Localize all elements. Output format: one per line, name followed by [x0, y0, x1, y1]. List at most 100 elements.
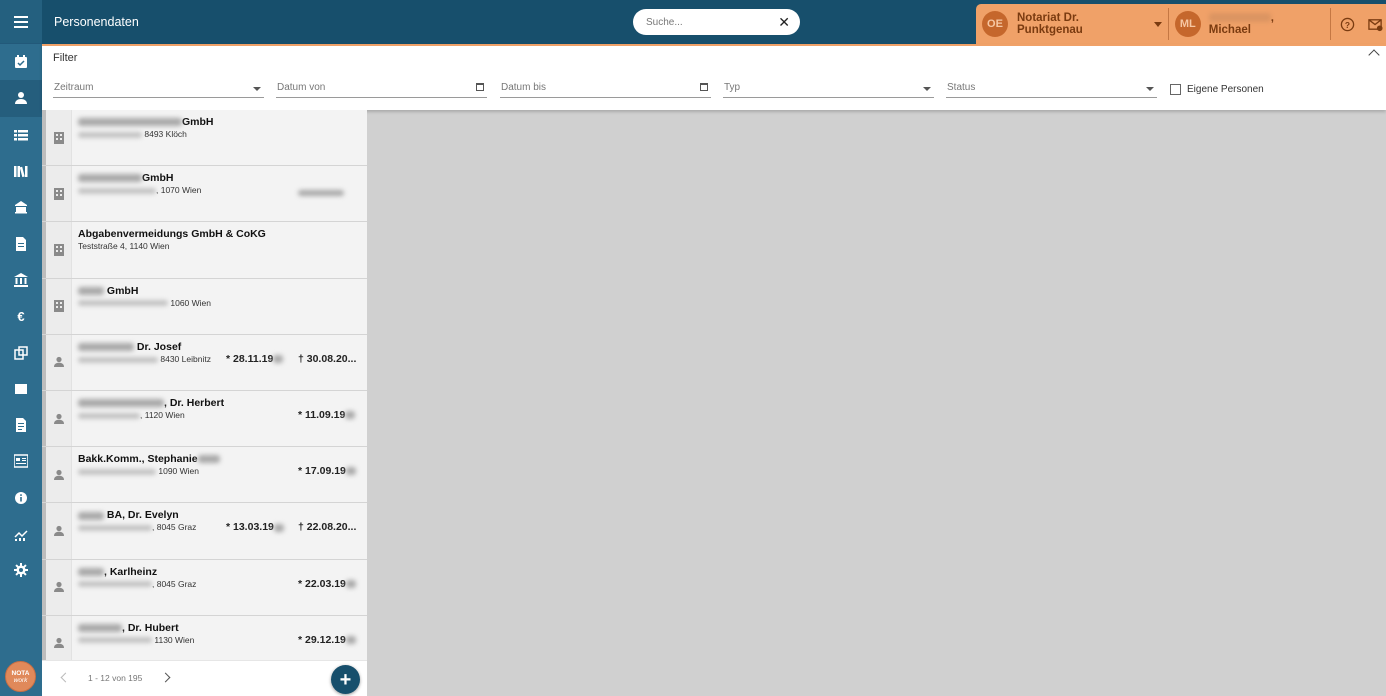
- side-nav-rail: € NOTA work: [0, 0, 42, 696]
- person-name: Bakk.Komm., Stephanie: [78, 453, 220, 465]
- redacted-text: [78, 399, 164, 408]
- copy-icon: [14, 345, 28, 360]
- newspaper-icon: [14, 454, 28, 469]
- birth-date-text: * 28.11.19: [226, 352, 274, 365]
- address-text: 1130 Wien: [154, 634, 195, 645]
- address-text: , 1070 Wien: [156, 185, 202, 196]
- list-item[interactable]: Dr. Josef 8430 Leibnitz * 28.11.19 † 30.…: [42, 334, 367, 391]
- nav-finance[interactable]: €: [0, 298, 42, 334]
- library-icon: [14, 166, 28, 178]
- nav-calendar[interactable]: [0, 44, 42, 80]
- name-text: , Dr. Hubert: [122, 621, 179, 634]
- list-item[interactable]: Bakk.Komm., Stephanie 1090 Wien * 17.09.…: [42, 447, 367, 504]
- death-date: † 22.08.20...: [298, 521, 357, 534]
- account-area: OE Notariat Dr. Punktgenau ML , Michael …: [976, 4, 1386, 44]
- person-name: Dr. Josef: [78, 341, 181, 353]
- menu-button[interactable]: [0, 0, 42, 44]
- nav-personen[interactable]: [0, 80, 42, 117]
- notariat-selector[interactable]: OE Notariat Dr. Punktgenau: [976, 4, 1168, 44]
- page-count: 1 - 12 von 195: [88, 673, 143, 683]
- nav-documents[interactable]: [0, 225, 42, 261]
- company-icon-cell: [46, 278, 72, 334]
- redacted-text: [197, 455, 220, 464]
- zeitraum-select[interactable]: Zeitraum: [53, 80, 264, 98]
- list-icon: [14, 129, 28, 141]
- nav-building[interactable]: [0, 189, 42, 225]
- checkbox-box[interactable]: [1170, 84, 1181, 95]
- help-button[interactable]: ?: [1336, 4, 1358, 44]
- building-icon: [53, 187, 64, 200]
- building-icon: [53, 300, 64, 313]
- user-menu[interactable]: ML , Michael: [1169, 4, 1331, 44]
- chevron-right-icon[interactable]: [160, 672, 171, 683]
- nav-files[interactable]: [0, 407, 42, 443]
- add-person-button[interactable]: +: [331, 665, 360, 694]
- nav-settings[interactable]: [0, 552, 42, 588]
- chevron-left-icon[interactable]: [60, 672, 71, 683]
- help-icon: ?: [1340, 17, 1354, 31]
- list-item[interactable]: , Karlheinz , 8045 Graz * 22.03.19: [42, 559, 367, 616]
- document-icon: [16, 236, 26, 251]
- list-item[interactable]: Abgabenvermeidungs GmbH & CoKG Teststraß…: [42, 222, 367, 279]
- person-name: , Dr. Herbert: [78, 397, 224, 409]
- name-text: BA, Dr. Evelyn: [106, 509, 179, 522]
- redacted-text: [78, 468, 156, 475]
- user-name: , Michael: [1208, 12, 1319, 36]
- person-icon-cell: [46, 559, 72, 615]
- calendar-icon[interactable]: [476, 83, 484, 91]
- nav-copies[interactable]: [0, 334, 42, 370]
- list-item[interactable]: , Dr. Herbert , 1120 Wien * 11.09.19: [42, 390, 367, 448]
- datum-bis-label: Datum bis: [501, 82, 547, 93]
- person-name: GmbH: [78, 116, 214, 128]
- nav-library[interactable]: [0, 153, 42, 189]
- person-address: 8493 Klöch: [78, 129, 187, 139]
- nav-bank[interactable]: [0, 262, 42, 298]
- list-item[interactable]: BA, Dr. Evelyn , 8045 Graz * 13.03.19 † …: [42, 503, 367, 560]
- person-icon-cell: [46, 390, 72, 447]
- search-input[interactable]: [646, 16, 779, 28]
- address-text: , 8045 Graz: [152, 578, 197, 589]
- person-address: Teststraße 4, 1140 Wien: [78, 241, 170, 252]
- list-item[interactable]: GmbH 1060 Wien: [42, 278, 367, 335]
- checkbox-label: Eigene Personen: [1187, 84, 1264, 95]
- info-icon: [15, 491, 27, 504]
- nav-info[interactable]: [0, 480, 42, 516]
- address-text: 8430 Leibnitz: [160, 353, 211, 364]
- list-item[interactable]: GmbH 8493 Klöch: [42, 110, 367, 167]
- nav-statistics[interactable]: [0, 516, 42, 552]
- nav-square[interactable]: [0, 371, 42, 407]
- calendar-icon[interactable]: [700, 83, 708, 91]
- notariat-avatar: OE: [982, 11, 1008, 37]
- redacted-text: [345, 579, 356, 588]
- typ-select[interactable]: Typ: [723, 80, 934, 98]
- person-list: GmbH 8493 Klöch GmbH , 1070 Wien Abgaben…: [42, 110, 367, 696]
- name-text: GmbH: [142, 172, 174, 185]
- datum-von-field[interactable]: Datum von: [276, 80, 487, 98]
- redacted-text: [78, 118, 182, 127]
- redacted-text: [1208, 13, 1271, 23]
- messages-button[interactable]: [1364, 4, 1386, 44]
- redacted-text: [345, 635, 356, 644]
- redacted-text: [78, 637, 152, 644]
- status-select[interactable]: Status: [946, 80, 1157, 98]
- clear-search-icon[interactable]: ✕: [778, 15, 790, 29]
- page-title: Personendaten: [54, 15, 139, 29]
- eigene-personen-checkbox[interactable]: Eigene Personen: [1170, 84, 1264, 95]
- euro-icon: €: [17, 308, 25, 324]
- redacted-text: [78, 525, 152, 532]
- app-logo[interactable]: NOTA work: [5, 661, 36, 692]
- notariat-name: Notariat Dr. Punktgenau: [1017, 12, 1083, 36]
- redacted-text: [78, 511, 104, 520]
- nav-list[interactable]: [0, 117, 42, 153]
- datum-bis-field[interactable]: Datum bis: [500, 80, 711, 98]
- list-item[interactable]: GmbH , 1070 Wien: [42, 166, 367, 223]
- search-box: ✕: [633, 9, 800, 35]
- dropdown-arrow-icon: [923, 87, 931, 91]
- top-bar: Personendaten ✕ OE Notariat Dr. Punktgen…: [42, 0, 1386, 44]
- nav-news[interactable]: [0, 443, 42, 479]
- person-address: 8430 Leibnitz: [78, 354, 211, 364]
- collapse-filter-icon[interactable]: [1368, 49, 1380, 61]
- redacted-text: [78, 342, 134, 351]
- zeitraum-label: Zeitraum: [54, 82, 94, 93]
- person-icon: [53, 638, 64, 649]
